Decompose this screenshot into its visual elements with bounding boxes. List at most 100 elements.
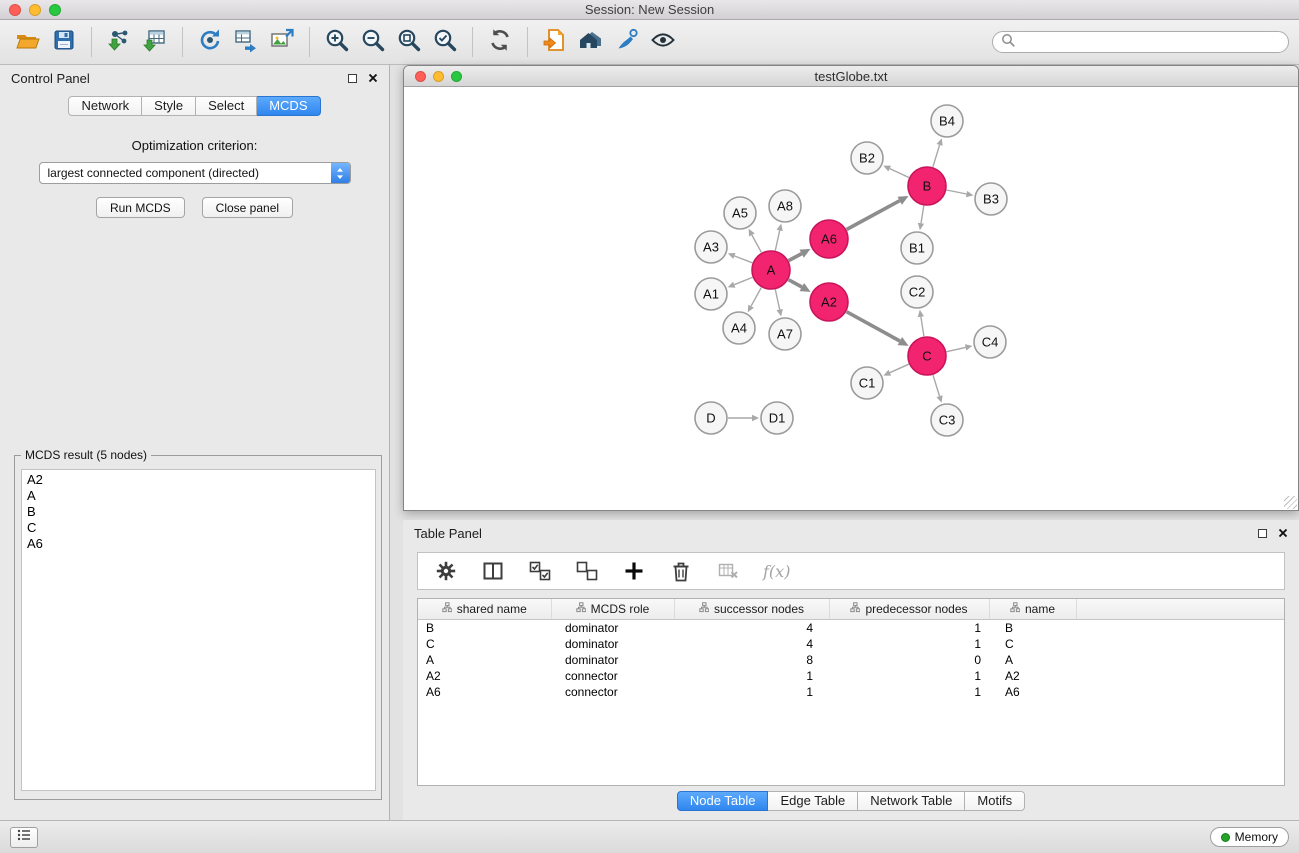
graph-edge[interactable] bbox=[933, 145, 940, 167]
new-network-button[interactable] bbox=[192, 24, 228, 60]
graph-node-a1[interactable]: A1 bbox=[695, 278, 727, 310]
function-builder-icon[interactable]: f(x) bbox=[763, 562, 790, 581]
close-window-icon[interactable] bbox=[9, 4, 21, 16]
column-header-name[interactable]: name bbox=[989, 599, 1076, 619]
control-tab-style[interactable]: Style bbox=[142, 96, 196, 116]
import-table-button[interactable] bbox=[137, 24, 173, 60]
open-session-button[interactable] bbox=[10, 24, 46, 60]
graph-edge[interactable] bbox=[775, 230, 779, 250]
network-close-icon[interactable] bbox=[415, 71, 426, 82]
float-panel-icon[interactable] bbox=[348, 74, 357, 83]
table-settings-icon[interactable] bbox=[434, 559, 458, 583]
graph-edge[interactable] bbox=[847, 312, 900, 341]
import-network-button[interactable] bbox=[101, 24, 137, 60]
graph-node-a7[interactable]: A7 bbox=[769, 318, 801, 350]
table-row[interactable]: Cdominator41C bbox=[418, 636, 1284, 652]
mcds-result-item[interactable]: C bbox=[22, 520, 375, 536]
control-tab-network[interactable]: Network bbox=[68, 96, 142, 116]
graph-edge[interactable] bbox=[847, 201, 900, 230]
graph-edge[interactable] bbox=[947, 347, 966, 351]
delete-icon[interactable] bbox=[669, 559, 693, 583]
deselect-all-icon[interactable] bbox=[575, 559, 599, 583]
graph-edge[interactable] bbox=[933, 375, 940, 396]
graph-edge[interactable] bbox=[734, 277, 752, 284]
mcds-result-item[interactable]: A bbox=[22, 488, 375, 504]
graph-edge[interactable] bbox=[947, 190, 967, 194]
refresh-layout-button[interactable] bbox=[482, 24, 518, 60]
zoom-fit-button[interactable] bbox=[391, 24, 427, 60]
graph-edge[interactable] bbox=[751, 288, 761, 307]
network-graph-svg[interactable]: B4B2BB3A5A8A6A3B1AA1C2A2A4A7C4CC1C3DD1 bbox=[404, 87, 1298, 510]
show-graphics-button[interactable] bbox=[645, 24, 681, 60]
graph-edge[interactable] bbox=[734, 256, 752, 263]
node-table-wrap[interactable]: shared nameMCDS rolesuccessor nodesprede… bbox=[417, 598, 1285, 786]
graph-edge[interactable] bbox=[921, 317, 924, 337]
home-button[interactable] bbox=[573, 24, 609, 60]
graph-node-a2[interactable]: A2 bbox=[810, 283, 848, 321]
optimization-criterion-dropdown[interactable]: largest connected component (directed) bbox=[39, 162, 351, 184]
add-icon[interactable] bbox=[622, 559, 646, 583]
graph-node-b3[interactable]: B3 bbox=[975, 183, 1007, 215]
column-header-shared-name[interactable]: shared name bbox=[418, 599, 551, 619]
mcds-result-item[interactable]: A6 bbox=[22, 536, 375, 552]
network-minimize-icon[interactable] bbox=[433, 71, 444, 82]
table-tab-edge-table[interactable]: Edge Table bbox=[768, 791, 858, 811]
open-document-button[interactable] bbox=[537, 24, 573, 60]
table-row[interactable]: A6connector11A6 bbox=[418, 684, 1284, 700]
table-row[interactable]: Adominator80A bbox=[418, 652, 1284, 668]
control-tab-select[interactable]: Select bbox=[196, 96, 257, 116]
graph-edge[interactable] bbox=[890, 364, 909, 373]
zoom-window-icon[interactable] bbox=[49, 4, 61, 16]
graph-edge[interactable] bbox=[890, 169, 909, 178]
save-session-button[interactable] bbox=[46, 24, 82, 60]
column-header-successor-nodes[interactable]: successor nodes bbox=[674, 599, 829, 619]
memory-button[interactable]: Memory bbox=[1210, 827, 1289, 847]
graph-node-a[interactable]: A bbox=[752, 251, 790, 289]
mcds-result-item[interactable]: B bbox=[22, 504, 375, 520]
export-image-button[interactable] bbox=[264, 24, 300, 60]
graph-node-a5[interactable]: A5 bbox=[724, 197, 756, 229]
graph-node-c2[interactable]: C2 bbox=[901, 276, 933, 308]
network-window-titlebar[interactable]: testGlobe.txt bbox=[404, 66, 1298, 87]
style-brush-button[interactable] bbox=[609, 24, 645, 60]
graph-edge[interactable] bbox=[775, 290, 779, 310]
zoom-selected-button[interactable] bbox=[427, 24, 463, 60]
search-box[interactable] bbox=[992, 31, 1289, 53]
graph-node-c1[interactable]: C1 bbox=[851, 367, 883, 399]
clone-network-button[interactable] bbox=[228, 24, 264, 60]
close-panel-icon[interactable] bbox=[368, 73, 378, 83]
table-tab-node-table[interactable]: Node Table bbox=[677, 791, 769, 811]
table-float-icon[interactable] bbox=[1258, 529, 1267, 538]
delete-table-icon[interactable] bbox=[716, 559, 740, 583]
graph-node-c[interactable]: C bbox=[908, 337, 946, 375]
graph-edge[interactable] bbox=[789, 254, 802, 261]
control-tab-mcds[interactable]: MCDS bbox=[257, 96, 320, 116]
zoom-out-button[interactable] bbox=[355, 24, 391, 60]
table-tab-motifs[interactable]: Motifs bbox=[965, 791, 1025, 811]
run-mcds-button[interactable]: Run MCDS bbox=[96, 197, 185, 218]
graph-node-a8[interactable]: A8 bbox=[769, 190, 801, 222]
graph-node-a6[interactable]: A6 bbox=[810, 220, 848, 258]
select-all-icon[interactable] bbox=[528, 559, 552, 583]
column-header-predecessor-nodes[interactable]: predecessor nodes bbox=[829, 599, 989, 619]
graph-node-a4[interactable]: A4 bbox=[723, 312, 755, 344]
mcds-result-item[interactable]: A2 bbox=[22, 472, 375, 488]
table-row[interactable]: A2connector11A2 bbox=[418, 668, 1284, 684]
column-header-mcds-role[interactable]: MCDS role bbox=[551, 599, 674, 619]
graph-node-c4[interactable]: C4 bbox=[974, 326, 1006, 358]
graph-edge[interactable] bbox=[752, 235, 762, 252]
graph-node-a3[interactable]: A3 bbox=[695, 231, 727, 263]
minimize-window-icon[interactable] bbox=[29, 4, 41, 16]
graph-node-c3[interactable]: C3 bbox=[931, 404, 963, 436]
graph-node-b2[interactable]: B2 bbox=[851, 142, 883, 174]
network-zoom-icon[interactable] bbox=[451, 71, 462, 82]
graph-node-b[interactable]: B bbox=[908, 167, 946, 205]
graph-node-b1[interactable]: B1 bbox=[901, 232, 933, 264]
graph-edge[interactable] bbox=[921, 206, 924, 224]
graph-node-d1[interactable]: D1 bbox=[761, 402, 793, 434]
resize-grip[interactable] bbox=[1284, 496, 1297, 509]
network-canvas[interactable]: B4B2BB3A5A8A6A3B1AA1C2A2A4A7C4CC1C3DD1 bbox=[404, 87, 1298, 510]
mcds-result-list[interactable]: A2ABCA6 bbox=[21, 469, 376, 791]
graph-node-b4[interactable]: B4 bbox=[931, 105, 963, 137]
task-history-button[interactable] bbox=[10, 827, 38, 848]
